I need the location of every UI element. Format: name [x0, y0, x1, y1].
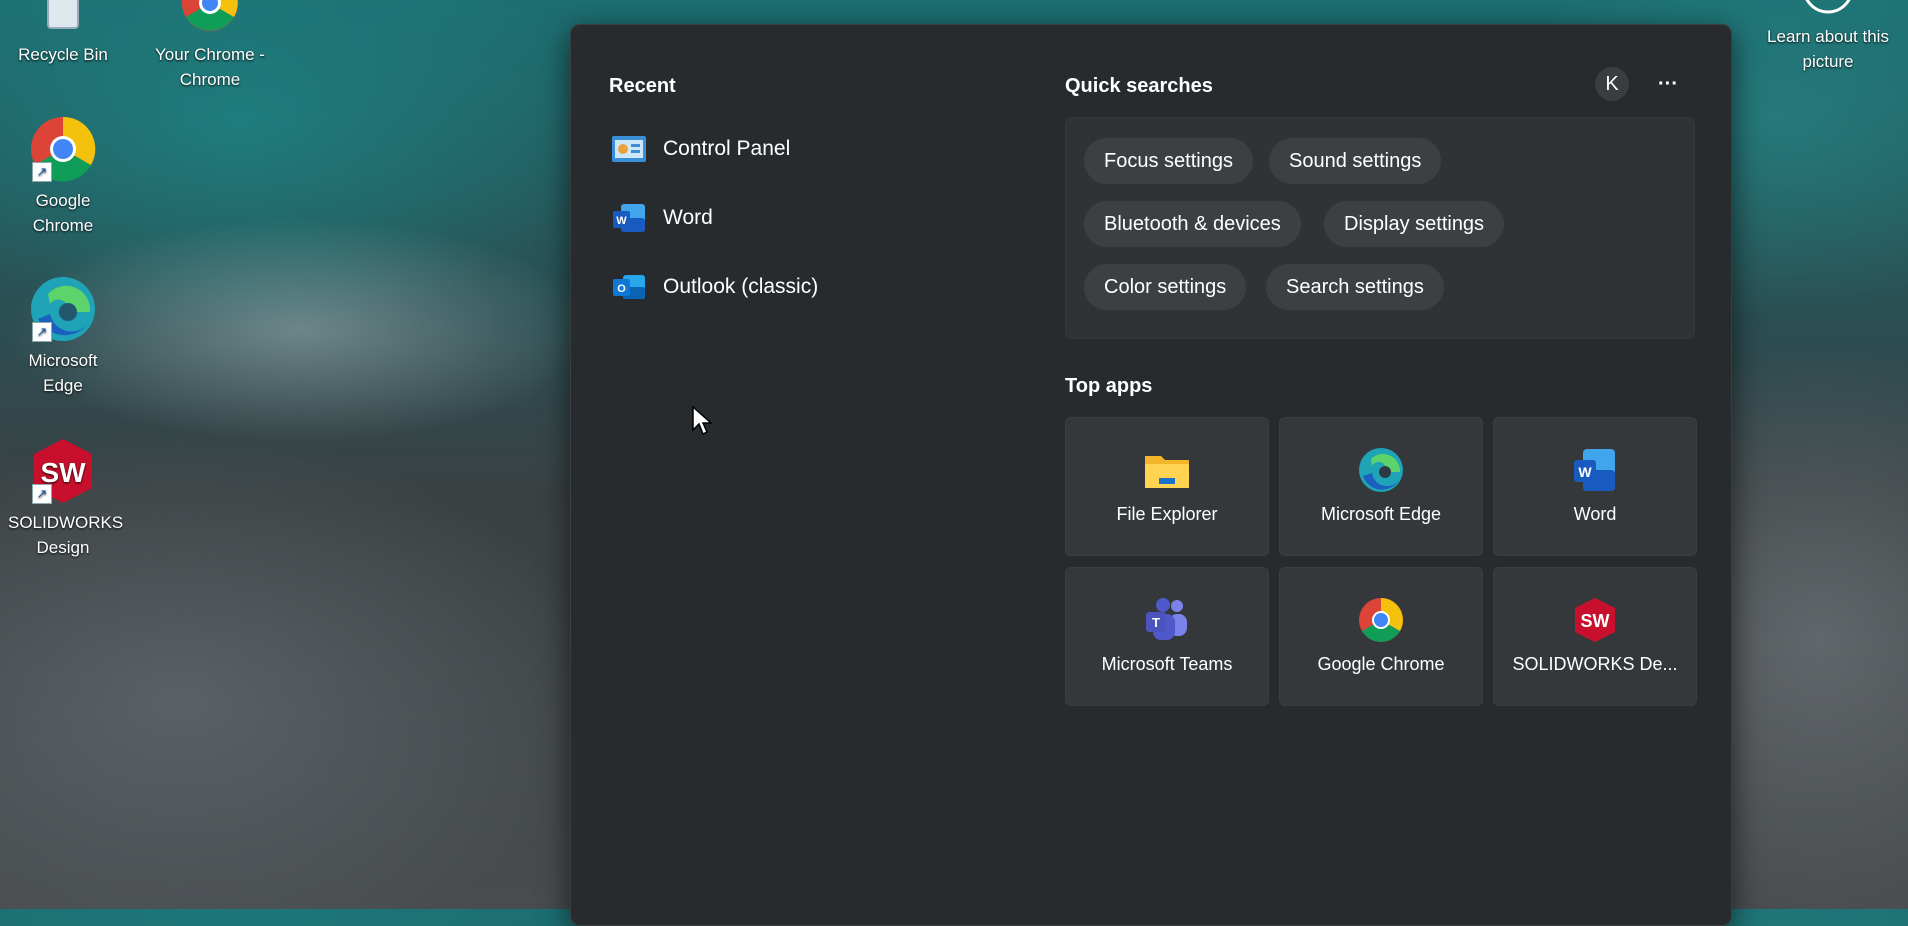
- svg-text:SW: SW: [1581, 611, 1610, 631]
- recent-item-control-panel[interactable]: Control Panel: [611, 123, 971, 175]
- chip-focus-settings[interactable]: Focus settings: [1084, 138, 1253, 184]
- desktop-icon-microsoft-edge[interactable]: ↗ Microsoft Edge: [8, 274, 118, 398]
- chrome-icon: [175, 0, 245, 38]
- top-app-google-chrome[interactable]: Google Chrome: [1279, 567, 1483, 706]
- spotlight-label: Learn about this picture: [1767, 27, 1889, 71]
- quick-searches-heading: Quick searches: [1065, 75, 1213, 97]
- desktop-icon-recycle-bin[interactable]: Recycle Bin: [8, 0, 118, 67]
- recent-item-outlook[interactable]: O Outlook (classic): [611, 261, 971, 313]
- folder-icon: [1143, 446, 1191, 494]
- tile-label: SOLIDWORKS De...: [1512, 654, 1678, 674]
- edge-icon: ↗: [28, 274, 98, 344]
- shortcut-arrow-icon: ↗: [32, 162, 52, 182]
- outlook-icon: O: [611, 271, 647, 303]
- recent-item-label: Outlook (classic): [663, 275, 819, 298]
- chip-color-settings[interactable]: Color settings: [1084, 264, 1247, 310]
- spotlight-learn-picture[interactable]: Learn about this picture: [1758, 0, 1898, 74]
- desktop-icon-label: Recycle Bin: [18, 45, 108, 64]
- desktop-icon-label: Your Chrome - Chrome: [155, 45, 265, 89]
- teams-icon: T: [1143, 596, 1191, 644]
- svg-text:W: W: [616, 215, 627, 227]
- shortcut-arrow-icon: ↗: [32, 484, 52, 504]
- solidworks-icon: SW: [1571, 596, 1619, 644]
- recent-heading: Recent: [609, 75, 676, 97]
- quick-searches-box: Focus settings Sound settings Bluetooth …: [1065, 117, 1695, 339]
- chrome-icon: ↗: [28, 114, 98, 184]
- word-icon: W: [611, 202, 647, 234]
- recycle-bin-icon: [28, 0, 98, 38]
- solidworks-icon: SW ↗: [28, 436, 98, 506]
- top-app-microsoft-edge[interactable]: Microsoft Edge: [1279, 417, 1483, 556]
- account-avatar[interactable]: K: [1595, 67, 1629, 101]
- tile-label: Word: [1573, 504, 1617, 524]
- control-panel-icon: [611, 133, 647, 165]
- chip-bluetooth-devices[interactable]: Bluetooth & devices: [1084, 201, 1301, 247]
- chip-display-settings[interactable]: Display settings: [1324, 201, 1505, 247]
- edge-icon: [1357, 446, 1405, 494]
- top-app-solidworks[interactable]: SW SOLIDWORKS De...: [1493, 567, 1697, 706]
- svg-text:O: O: [617, 283, 626, 295]
- desktop-icon-your-chrome[interactable]: Your Chrome - Chrome: [155, 0, 265, 92]
- top-app-file-explorer[interactable]: File Explorer: [1065, 417, 1269, 556]
- tile-label: Microsoft Edge: [1320, 504, 1442, 524]
- recent-item-label: Word: [663, 206, 713, 229]
- word-icon: W: [1571, 446, 1619, 494]
- avatar-letter: K: [1605, 73, 1619, 95]
- desktop-icon-solidworks[interactable]: SW ↗ SOLIDWORKS Design: [8, 436, 124, 560]
- start-search-panel: Recent Control Panel W Word O Outlook (c…: [570, 24, 1732, 926]
- top-apps-heading: Top apps: [1065, 375, 1153, 397]
- top-app-microsoft-teams[interactable]: T Microsoft Teams: [1065, 567, 1269, 706]
- shortcut-arrow-icon: ↗: [32, 322, 52, 342]
- recent-item-label: Control Panel: [663, 137, 791, 160]
- svg-text:T: T: [1152, 615, 1160, 630]
- chrome-icon: [1357, 596, 1405, 644]
- desktop-icon-label: Google Chrome: [32, 191, 94, 235]
- mouse-cursor-icon: [692, 405, 713, 441]
- camera-icon: [1800, 0, 1856, 20]
- tile-label: Microsoft Teams: [1101, 654, 1233, 674]
- more-icon: ···: [1658, 73, 1678, 95]
- svg-text:W: W: [1578, 464, 1592, 480]
- tile-label: File Explorer: [1116, 504, 1218, 524]
- desktop-icon-label: SOLIDWORKS Design: [8, 513, 124, 557]
- top-app-word[interactable]: W Word: [1493, 417, 1697, 556]
- desktop-icon-label: Microsoft Edge: [28, 351, 98, 395]
- chip-search-settings[interactable]: Search settings: [1266, 264, 1444, 310]
- more-options-button[interactable]: ···: [1651, 67, 1685, 101]
- recent-item-word[interactable]: W Word: [611, 192, 971, 244]
- tile-label: Google Chrome: [1317, 654, 1445, 674]
- chip-sound-settings[interactable]: Sound settings: [1269, 138, 1442, 184]
- desktop-icon-google-chrome[interactable]: ↗ Google Chrome: [8, 114, 118, 238]
